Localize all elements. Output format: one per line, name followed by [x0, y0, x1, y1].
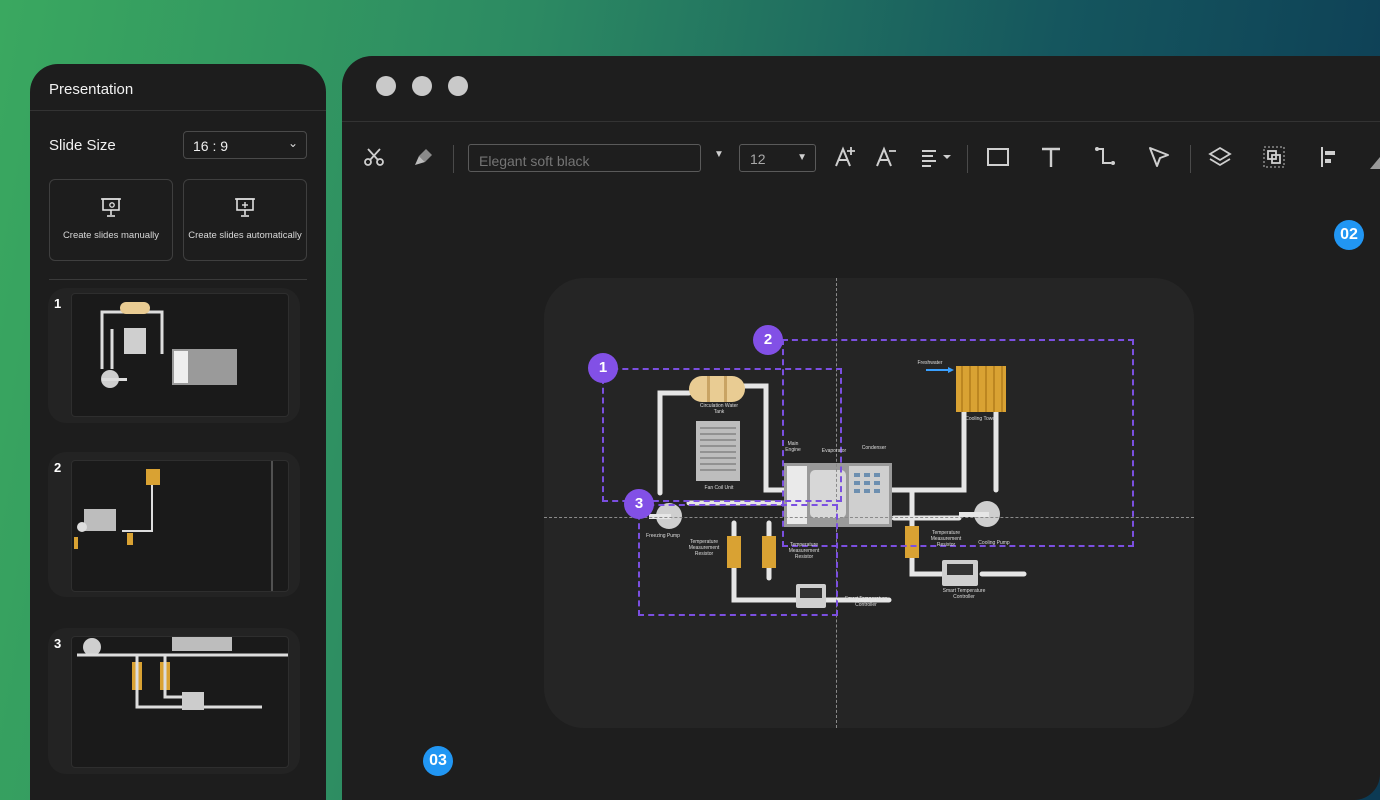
panel-title: Presentation — [30, 64, 326, 111]
format-painter-icon[interactable] — [412, 145, 436, 169]
text-icon[interactable] — [1039, 145, 1063, 169]
presentation-panel: Presentation Slide Size 16 : 9 ⌄ Create … — [30, 64, 326, 800]
more-tools-icon[interactable] — [1368, 145, 1380, 169]
step-badge-02: 02 — [1334, 220, 1364, 250]
layers-icon[interactable] — [1208, 145, 1232, 169]
toolbar-separator — [1190, 145, 1191, 173]
create-slides-automatically-button[interactable]: Create slides automatically — [183, 179, 307, 261]
slide-number: 3 — [54, 636, 62, 651]
chevron-down-icon[interactable]: ▼ — [714, 149, 724, 160]
label-cooling-pump: Cooling Pump — [978, 540, 1010, 546]
slide-thumbnail-3[interactable]: 3 — [48, 628, 300, 774]
window-maximize-button[interactable] — [448, 76, 468, 96]
toolbar: ▼ 12 ▼ — [342, 123, 1380, 193]
editor-window: ▼ 12 ▼ — [342, 56, 1380, 800]
label-evaporator: Evaporator — [821, 448, 847, 454]
slide-preview — [71, 293, 289, 417]
slide-preview — [71, 636, 289, 768]
region-marker-1[interactable]: 1 — [588, 353, 618, 383]
region-marker-2[interactable]: 2 — [753, 325, 783, 355]
create-manual-label: Create slides manually — [62, 230, 160, 241]
rectangle-icon[interactable] — [986, 145, 1010, 169]
group-icon[interactable] — [1262, 145, 1286, 169]
scissors-icon[interactable] — [362, 145, 386, 169]
connector-icon[interactable] — [1093, 145, 1117, 169]
window-close-button[interactable] — [376, 76, 396, 96]
step-badge-03: 03 — [423, 746, 453, 776]
label-fan-coil: Fan Coil Unit — [704, 485, 734, 491]
align-icon[interactable] — [920, 145, 954, 169]
slide-size-value: 16 : 9 — [193, 138, 229, 154]
presentation-add-icon — [235, 198, 255, 217]
panel-divider — [49, 279, 307, 280]
create-slides-manually-button[interactable]: Create slides manually — [49, 179, 173, 261]
presentation-edit-icon — [101, 198, 121, 217]
slide-number: 1 — [54, 296, 62, 311]
label-temp-resistor-1: Temperature Measurement Resistor — [688, 539, 720, 557]
slide-preview-graphic — [74, 461, 273, 591]
font-size-select[interactable]: 12 ▼ — [739, 144, 816, 172]
chevron-down-icon: ▼ — [797, 152, 807, 163]
toolbar-separator — [453, 145, 454, 173]
label-main-engine: Main Engine — [785, 441, 801, 453]
align-left-icon[interactable] — [1318, 145, 1342, 169]
label-temp-resistor-3: Temperature Measurement Resistor — [930, 530, 962, 548]
create-auto-label: Create slides automatically — [188, 230, 302, 241]
slide-number: 2 — [54, 460, 62, 475]
label-freshwater: Freshwater — [917, 360, 943, 366]
label-smart-controller-1: Smart Temperature Controller — [844, 596, 888, 608]
label-freezing-pump: Freezing Pump — [646, 533, 680, 539]
label-cooling-tower: Cooling Tower — [965, 416, 997, 422]
toolbar-separator — [967, 145, 968, 173]
pointer-icon[interactable] — [1147, 145, 1171, 169]
slide-size-label: Slide Size — [49, 137, 116, 154]
slide-preview-graphic — [77, 637, 288, 710]
slide-thumbnail-2[interactable]: 2 — [48, 452, 300, 597]
font-size-value: 12 — [750, 151, 766, 167]
region-marker-3[interactable]: 3 — [624, 489, 654, 519]
label-condenser: Condenser — [861, 445, 887, 451]
label-circulation-tank: Circulation Water Tank — [699, 403, 739, 415]
decrease-font-icon[interactable] — [874, 145, 898, 169]
label-smart-controller-2: Smart Temperature Controller — [942, 588, 986, 600]
slide-preview — [71, 460, 289, 592]
label-temp-resistor-2: Temperature Measurement Resistor — [788, 542, 820, 560]
slide-preview-graphic — [100, 302, 237, 388]
slide-canvas[interactable]: 1 2 3 Circulation Water Tank Fan Coil Un… — [544, 278, 1194, 728]
window-minimize-button[interactable] — [412, 76, 432, 96]
title-bar — [342, 56, 1380, 122]
increase-font-icon[interactable] — [833, 145, 857, 169]
region-box-3[interactable] — [638, 504, 838, 616]
slide-thumbnail-1[interactable]: 1 — [48, 288, 300, 423]
slide-size-select[interactable]: 16 : 9 ⌄ — [183, 131, 307, 159]
chevron-down-icon: ⌄ — [287, 136, 298, 150]
app-frame: Presentation Slide Size 16 : 9 ⌄ Create … — [0, 0, 1380, 800]
slide-size-row: Slide Size 16 : 9 ⌄ — [49, 131, 307, 159]
font-family-input[interactable] — [468, 144, 701, 172]
